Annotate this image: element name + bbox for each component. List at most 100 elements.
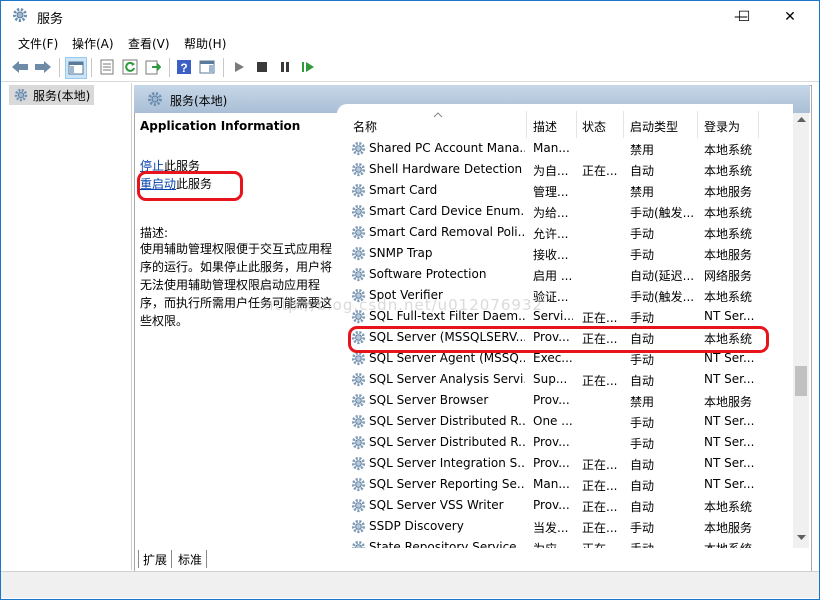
tab-extended[interactable]: 扩展 [138, 550, 173, 568]
service-description: Sup... [533, 372, 568, 386]
table-row[interactable]: SQL Server Reporting Se... Man... 正在... 自动 N… [337, 474, 793, 495]
forward-button[interactable] [33, 57, 53, 77]
forward-arrow-icon [35, 61, 51, 73]
play-icon [235, 62, 244, 72]
table-row[interactable]: Smart Card Removal Poli... 允许... 手动 本地系统 [337, 222, 793, 243]
service-name: SQL Server Integration S... [369, 456, 525, 470]
service-description: Prov... [533, 456, 570, 470]
column-separator[interactable] [526, 111, 527, 138]
table-row[interactable]: SQL Server Distributed R... One ... 手动 NT S… [337, 411, 793, 432]
column-separator[interactable] [697, 111, 698, 138]
service-description: 为给... [533, 206, 569, 220]
service-description: Man... [533, 477, 570, 491]
vertical-scrollbar[interactable] [793, 113, 809, 548]
table-row[interactable]: SQL Server Integration S... Prov... 正在... 自… [337, 453, 793, 474]
tab-standard[interactable]: 标准 [174, 550, 208, 568]
table-row[interactable]: SQL Server Browser Prov... 禁用 本地服务 [337, 390, 793, 411]
menu-help[interactable]: 帮助(H) [184, 35, 226, 52]
column-logon-as[interactable]: 登录为 [704, 118, 740, 135]
start-service-button[interactable] [229, 57, 249, 77]
column-separator[interactable] [758, 111, 759, 138]
table-row[interactable]: SQL Server VSS Writer Prov... 正在... 自动 本地系统 [337, 495, 793, 516]
back-button[interactable] [10, 57, 30, 77]
properties-icon [100, 59, 114, 75]
refresh-button[interactable] [120, 57, 140, 77]
table-row[interactable]: Shared PC Account Mana... Man... 禁用 本地系统 [337, 138, 793, 159]
maximize-button[interactable]: ☐ [721, 2, 767, 31]
restart-service-button[interactable] [298, 57, 318, 77]
menu-file[interactable]: 文件(F) [18, 35, 58, 52]
service-name: Shell Hardware Detection [369, 162, 523, 176]
table-row[interactable]: Shell Hardware Detection 为自... 正在... 自动 本地系统 [337, 159, 793, 180]
service-logon-as: 本地服务 [704, 248, 753, 262]
show-action-pane-button[interactable] [197, 57, 217, 77]
service-logon-as: 本地系统 [704, 143, 753, 157]
view-tabs: 扩展 标准 [134, 548, 810, 570]
column-separator[interactable] [576, 111, 577, 138]
list-header: 名称 描述 状态 启动类型 登录为 [337, 111, 793, 138]
table-row[interactable]: SQL Server Distributed R... Prov... 手动 NT S… [337, 432, 793, 453]
service-name: SQL Server Distributed R... [369, 435, 525, 449]
table-row[interactable]: SSDP Discovery 当发... 正在... 手动 本地服务 [337, 516, 793, 537]
tree-item-services-local[interactable]: 服务(本地) [9, 85, 95, 105]
scrollbar-thumb[interactable] [795, 366, 807, 396]
toolbar-separator [223, 58, 224, 77]
service-startup-type: 手动 [630, 521, 655, 535]
watermark: http://blog.csdn.net/u012076932 [264, 296, 544, 314]
description-label: 描述: [140, 226, 169, 240]
show-console-tree-button[interactable] [65, 57, 87, 79]
table-row[interactable]: SNMP Trap 接收... 手动 本地服务 [337, 243, 793, 264]
close-button[interactable]: ✕ [767, 2, 813, 31]
service-name: SQL Server VSS Writer [369, 498, 504, 512]
service-logon-as: NT Ser... [704, 309, 755, 323]
scroll-up-icon[interactable] [797, 117, 806, 123]
service-gear-icon [351, 498, 366, 513]
stop-service-button[interactable] [252, 57, 272, 77]
service-startup-type: 手动 [630, 311, 655, 325]
help-button[interactable]: ? [174, 57, 194, 77]
menu-action[interactable]: 操作(A) [72, 35, 114, 52]
pause-service-button[interactable] [275, 57, 295, 77]
tree-item-label: 服务(本地) [33, 88, 91, 103]
service-startup-type: 手动 [630, 416, 655, 430]
service-description: Prov... [533, 498, 570, 512]
column-startup-type[interactable]: 启动类型 [630, 118, 678, 135]
export-list-button[interactable] [143, 57, 163, 77]
service-logon-as: NT Ser... [704, 372, 755, 386]
toolbar: ? [1, 54, 819, 82]
service-startup-type: 手动 [630, 248, 655, 262]
help-icon: ? [177, 60, 191, 75]
service-gear-icon [351, 414, 366, 429]
column-name[interactable]: 名称 [353, 118, 377, 135]
properties-button[interactable] [97, 57, 117, 77]
service-startup-type: 手动(触发... [630, 206, 694, 220]
table-row[interactable]: State Repository Service 为应... 正在... 手动 本地系统 [337, 537, 793, 548]
service-name: SQL Server Distributed R... [369, 414, 525, 428]
service-startup-type: 自动 [630, 479, 655, 493]
status-bar [1, 571, 819, 598]
column-separator[interactable] [623, 111, 624, 138]
service-startup-type: 手动 [630, 437, 655, 451]
table-row[interactable]: Smart Card Device Enum... 为给... 手动(触发... 本地… [337, 201, 793, 222]
scroll-down-icon[interactable] [797, 535, 806, 541]
annotation-oval [137, 171, 243, 201]
service-name: Smart Card Device Enum... [369, 204, 525, 218]
menu-view[interactable]: 查看(V) [128, 35, 170, 52]
service-logon-as: 本地系统 [704, 227, 753, 241]
service-description: One ... [533, 414, 573, 428]
column-status[interactable]: 状态 [582, 118, 606, 135]
service-name: Smart Card [369, 183, 438, 197]
table-row[interactable]: Smart Card 管理... 禁用 本地服务 [337, 180, 793, 201]
svg-text:?: ? [180, 61, 187, 75]
service-gear-icon [351, 540, 366, 548]
service-name: Smart Card Removal Poli... [369, 225, 525, 239]
service-status: 正在... [582, 374, 618, 388]
service-description: Prov... [533, 435, 570, 449]
column-description[interactable]: 描述 [533, 118, 557, 135]
table-row[interactable]: SQL Server Analysis Servi... Sup... 正在... 自… [337, 369, 793, 390]
service-name: SQL Server Analysis Servi... [369, 372, 525, 386]
service-gear-icon [351, 519, 366, 534]
table-row[interactable]: Software Protection 启用 ... 自动(延迟... 网络服务 [337, 264, 793, 285]
service-name: SNMP Trap [369, 246, 433, 260]
service-startup-type: 手动 [630, 540, 694, 548]
